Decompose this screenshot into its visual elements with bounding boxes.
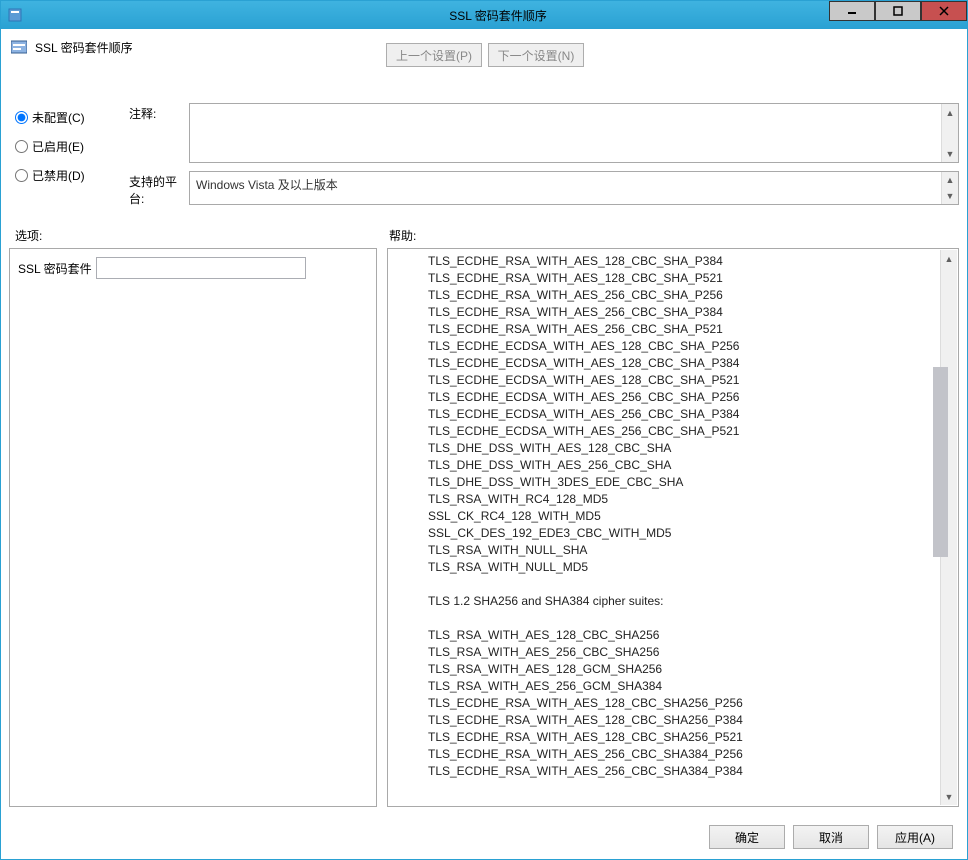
nav-buttons: 上一个设置(P) 下一个设置(N) (386, 43, 584, 67)
minimize-button[interactable] (829, 1, 875, 21)
options-panel: SSL 密码套件 (9, 248, 377, 807)
window-title: SSL 密码套件顺序 (29, 7, 967, 24)
scroll-thumb[interactable] (933, 367, 948, 557)
minimize-icon (847, 6, 857, 16)
radio-not-configured-label[interactable]: 未配置(C) (32, 109, 85, 126)
help-text: TLS_ECDHE_RSA_WITH_AES_128_CBC_SHA_P384 … (388, 249, 941, 806)
top-area: 未配置(C) 已启用(E) 已禁用(D) 注释: ▲ (9, 103, 959, 215)
cancel-label: 取消 (819, 829, 843, 846)
policy-icon (9, 37, 29, 57)
fields-column: 注释: ▲ ▼ 支持的平台: Windows Vista 及以上版本 ▲ (129, 103, 959, 215)
maximize-icon (893, 6, 903, 16)
titlebar[interactable]: SSL 密码套件顺序 (1, 1, 967, 29)
scroll-up-icon[interactable]: ▲ (942, 104, 959, 121)
page-title: SSL 密码套件顺序 (35, 37, 133, 56)
help-section-label: 帮助: (389, 227, 959, 244)
help-panel: TLS_ECDHE_RSA_WITH_AES_128_CBC_SHA_P384 … (387, 248, 959, 807)
close-button[interactable] (921, 1, 967, 21)
comment-label: 注释: (129, 103, 189, 122)
app-icon (1, 8, 29, 22)
footer: 确定 取消 应用(A) (1, 815, 967, 859)
scroll-up-icon[interactable]: ▲ (941, 250, 958, 267)
platform-scrollbar[interactable]: ▲ ▼ (941, 172, 958, 204)
platform-label: 支持的平台: (129, 171, 189, 207)
ssl-suites-label: SSL 密码套件 (18, 260, 92, 277)
platform-value: Windows Vista 及以上版本 (196, 178, 338, 192)
window-buttons (829, 1, 967, 21)
scroll-down-icon[interactable]: ▼ (941, 788, 958, 805)
radio-disabled[interactable] (15, 169, 28, 182)
options-section-label: 选项: (9, 227, 389, 244)
radio-enabled[interactable] (15, 140, 28, 153)
next-setting-button[interactable]: 下一个设置(N) (488, 43, 584, 67)
radio-disabled-label[interactable]: 已禁用(D) (32, 167, 85, 184)
scroll-down-icon[interactable]: ▼ (942, 145, 959, 162)
section-labels: 选项: 帮助: (9, 227, 959, 244)
prev-label: 上一个设置(P) (396, 47, 472, 64)
apply-button[interactable]: 应用(A) (877, 825, 953, 849)
close-icon (939, 6, 949, 16)
apply-label: 应用(A) (895, 829, 935, 846)
scroll-up-icon[interactable]: ▲ (942, 172, 959, 188)
comment-scrollbar[interactable]: ▲ ▼ (941, 104, 958, 162)
help-scrollbar[interactable]: ▲ ▼ (940, 250, 957, 805)
prev-setting-button[interactable]: 上一个设置(P) (386, 43, 482, 67)
state-radio-group: 未配置(C) 已启用(E) 已禁用(D) (9, 103, 129, 215)
radio-enabled-label[interactable]: 已启用(E) (32, 138, 84, 155)
platform-box: Windows Vista 及以上版本 ▲ ▼ (189, 171, 959, 205)
ssl-suites-input[interactable] (96, 257, 306, 279)
ok-button[interactable]: 确定 (709, 825, 785, 849)
cancel-button[interactable]: 取消 (793, 825, 869, 849)
next-label: 下一个设置(N) (498, 47, 575, 64)
panels: SSL 密码套件 TLS_ECDHE_RSA_WITH_AES_128_CBC_… (9, 248, 959, 815)
comment-textarea[interactable]: ▲ ▼ (189, 103, 959, 163)
radio-not-configured[interactable] (15, 111, 28, 124)
content-area: SSL 密码套件顺序 上一个设置(P) 下一个设置(N) 未配置(C) 已启用(… (1, 29, 967, 815)
scroll-down-icon[interactable]: ▼ (942, 188, 959, 204)
ok-label: 确定 (735, 829, 759, 846)
maximize-button[interactable] (875, 1, 921, 21)
dialog-window: SSL 密码套件顺序 SSL 密码套件顺序 上一个设置(P) 下一个设置(N) (0, 0, 968, 860)
